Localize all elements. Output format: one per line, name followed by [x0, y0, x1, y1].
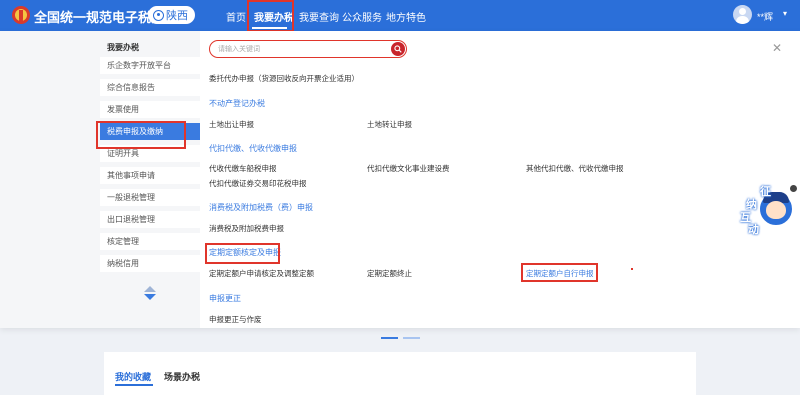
search-box [209, 40, 407, 58]
sidebar: 我要办税 乐企数字开放平台 综合信息报告 发票使用 税费申报及缴纳 证明开具 其… [0, 31, 200, 328]
helper-char-4: 动 [748, 224, 759, 236]
highlight-task-self-declare [521, 263, 598, 282]
highlight-category-fixed-quota [205, 243, 280, 264]
carousel-indicator-active[interactable] [381, 337, 398, 339]
task-quota-adjust[interactable]: 定期定额户申请核定及调整定额 [209, 268, 314, 279]
search-button[interactable] [391, 42, 405, 56]
tax-emblem-icon [12, 6, 30, 24]
category-title-withholding: 代扣代缴、代收代缴申报 [209, 144, 297, 153]
highlight-nav-tax-handling [247, 0, 294, 32]
tab-my-favorites[interactable]: 我的收藏 [115, 370, 151, 383]
marker-dot [631, 268, 633, 270]
sidebar-item-leqi[interactable]: 乐企数字开放平台 [100, 57, 200, 74]
sidebar-item-credit[interactable]: 纳税信用 [100, 255, 200, 272]
tab-active-underline [115, 384, 153, 386]
region-label: 陕西 [166, 10, 188, 22]
favorites-card: 我的收藏 场景办税 [104, 352, 696, 395]
task-consumption-tax[interactable]: 消费税及附加税费申报 [209, 223, 284, 234]
task-entrusted-declaration[interactable]: 委托代办申报（货源回收反向开票企业适用） [209, 73, 359, 84]
nav-query[interactable]: 我要查询 [299, 9, 339, 24]
sidebar-title: 我要办税 [107, 43, 139, 52]
search-icon [394, 45, 402, 53]
sidebar-item-other-apply[interactable]: 其他事项申请 [100, 167, 200, 184]
tab-scenario-tax[interactable]: 场景办税 [164, 370, 200, 383]
location-pin-icon [153, 9, 164, 21]
chevron-down-icon[interactable]: ▾ [783, 9, 787, 18]
sidebar-item-export-refund[interactable]: 出口退税管理 [100, 211, 200, 228]
sidebar-item-info-report[interactable]: 综合信息报告 [100, 79, 200, 96]
mega-menu-panel: 我要办税 乐企数字开放平台 综合信息报告 发票使用 税费申报及缴纳 证明开具 其… [0, 31, 800, 328]
task-other-withholding[interactable]: 其他代扣代缴、代收代缴申报 [526, 163, 624, 174]
task-stamp-duty[interactable]: 代扣代缴证券交易印花税申报 [209, 178, 307, 189]
category-title-correction: 申报更正 [209, 294, 241, 303]
highlight-sidebar-tax-declaration [96, 121, 186, 149]
category-title-real-estate: 不动产登记办税 [209, 99, 265, 108]
sidebar-item-refund[interactable]: 一般退税管理 [100, 189, 200, 206]
helper-face [766, 201, 786, 219]
task-land-transfer[interactable]: 土地转让申报 [367, 119, 412, 130]
nav-local-features[interactable]: 地方特色 [386, 9, 426, 24]
search-input[interactable] [218, 43, 383, 55]
user-avatar[interactable] [733, 5, 752, 24]
helper-close-icon[interactable] [789, 184, 798, 193]
sidebar-item-assessment[interactable]: 核定管理 [100, 233, 200, 250]
scroll-up-icon[interactable] [144, 286, 156, 292]
helper-char-1: 征 [760, 186, 771, 198]
task-vehicle-tax[interactable]: 代收代缴车船税申报 [209, 163, 277, 174]
username[interactable]: **辉 [757, 10, 773, 23]
task-culture-fee[interactable]: 代扣代缴文化事业建设费 [367, 163, 450, 174]
top-header: 全国统一规范电子税务局 陕西 首页 我要办税 我要查询 公众服务 地方特色 **… [0, 0, 800, 31]
task-quota-terminate[interactable]: 定期定额终止 [367, 268, 412, 279]
carousel-indicator[interactable] [403, 337, 420, 339]
task-land-transfer-out[interactable]: 土地出让申报 [209, 119, 254, 130]
nav-home[interactable]: 首页 [226, 9, 246, 24]
sidebar-item-invoice[interactable]: 发票使用 [100, 101, 200, 118]
task-correction[interactable]: 申报更正与作废 [209, 314, 262, 325]
close-icon[interactable]: ✕ [772, 41, 782, 55]
interaction-helper[interactable]: 征 纳 互 动 [738, 183, 794, 239]
scroll-down-icon[interactable] [144, 294, 156, 300]
region-selector[interactable]: 陕西 [148, 6, 195, 24]
category-title-consumption: 消费税及附加税费（费）申报 [209, 203, 313, 212]
nav-public-service[interactable]: 公众服务 [342, 9, 382, 24]
